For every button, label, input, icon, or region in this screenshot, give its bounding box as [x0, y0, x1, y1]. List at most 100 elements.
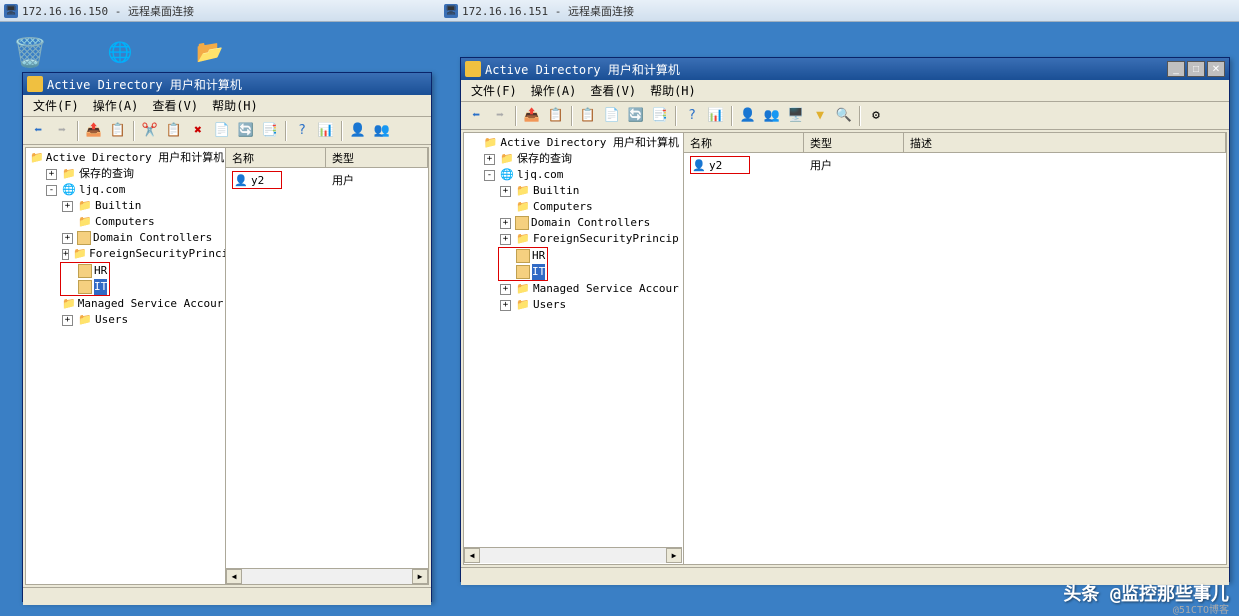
menu-help[interactable]: 帮助(H): [644, 80, 702, 101]
group-icon[interactable]: 👥: [371, 120, 393, 142]
tree-saved-queries[interactable]: +保存的查询: [482, 151, 681, 167]
menu-view[interactable]: 查看(V): [146, 95, 204, 116]
back-icon[interactable]: ⬅: [465, 105, 487, 127]
tree-domain-controllers[interactable]: +Domain Controllers: [60, 230, 223, 246]
desktop-right[interactable]: Active Directory 用户和计算机 _ □ ✕ 文件(F) 操作(A…: [440, 22, 1239, 616]
filter-icon[interactable]: ▼: [809, 105, 831, 127]
expand-icon[interactable]: +: [62, 201, 73, 212]
expand-icon[interactable]: +: [500, 218, 511, 229]
menu-action[interactable]: 操作(A): [87, 95, 145, 116]
export-icon[interactable]: 📑: [259, 120, 281, 142]
computer-icon[interactable]: 🖥️: [785, 105, 807, 127]
tree-users[interactable]: +Users: [498, 297, 681, 313]
menu-file[interactable]: 文件(F): [27, 95, 85, 116]
up-icon[interactable]: 📤: [521, 105, 543, 127]
list-body[interactable]: 👤 y2 用户: [684, 153, 1226, 564]
list-item-user[interactable]: 👤 y2 用户: [228, 170, 426, 190]
tree-msa[interactable]: +Managed Service Accour: [498, 281, 681, 297]
ad-titlebar[interactable]: Active Directory 用户和计算机 _ □ ✕: [461, 58, 1229, 80]
network-icon[interactable]: 🌐: [100, 32, 140, 72]
scrollbar-horizontal[interactable]: ◀ ▶: [464, 547, 682, 563]
col-name[interactable]: 名称: [226, 148, 326, 167]
expand-icon[interactable]: +: [500, 234, 511, 245]
refresh-icon[interactable]: 🔄: [235, 120, 257, 142]
tree-msa[interactable]: Managed Service Accour: [60, 296, 223, 312]
copy-icon[interactable]: 📋: [577, 105, 599, 127]
expand-icon[interactable]: +: [46, 169, 57, 180]
collapse-icon[interactable]: -: [484, 170, 495, 181]
menu-file[interactable]: 文件(F): [465, 80, 523, 101]
scroll-right-icon[interactable]: ▶: [412, 569, 428, 584]
tree-saved-queries[interactable]: +保存的查询: [44, 166, 223, 182]
forward-icon[interactable]: ➡: [51, 120, 73, 142]
close-button[interactable]: ✕: [1207, 61, 1225, 77]
folder-icon[interactable]: 📂: [190, 32, 230, 72]
tree-it[interactable]: IT: [61, 279, 109, 295]
export-icon[interactable]: 📑: [649, 105, 671, 127]
tree-domain-controllers[interactable]: +Domain Controllers: [498, 215, 681, 231]
rdp-titlebar[interactable]: 172.16.16.151 - 远程桌面连接: [440, 0, 1239, 22]
tree-fsp[interactable]: +ForeignSecurityPrincip: [60, 246, 223, 262]
expand-icon[interactable]: +: [62, 315, 73, 326]
list-item-user[interactable]: 👤 y2 用户: [686, 155, 1224, 175]
up-icon[interactable]: 📤: [83, 120, 105, 142]
tree-root[interactable]: Active Directory 用户和计算机: [28, 150, 223, 166]
folder-tree-icon[interactable]: 📋: [107, 120, 129, 142]
desktop-left[interactable]: 🗑️ 🌐 📂 Active Directory 用户和计算机 文件(F) 操作(…: [0, 22, 440, 616]
folder-tree-icon[interactable]: 📋: [545, 105, 567, 127]
expand-icon[interactable]: +: [500, 300, 511, 311]
list-body[interactable]: 👤 y2 用户: [226, 168, 428, 568]
tree-fsp[interactable]: +ForeignSecurityPrincip: [498, 231, 681, 247]
scroll-track[interactable]: [480, 548, 666, 563]
col-name[interactable]: 名称: [684, 133, 804, 152]
user-icon[interactable]: 👤: [347, 120, 369, 142]
cut-icon[interactable]: ✂️: [139, 120, 161, 142]
menu-help[interactable]: 帮助(H): [206, 95, 264, 116]
tree-hr[interactable]: HR: [499, 248, 547, 264]
tree-panel[interactable]: Active Directory 用户和计算机 +保存的查询 -ljq.com …: [464, 133, 684, 564]
help-icon[interactable]: ?: [681, 105, 703, 127]
scroll-track[interactable]: [242, 569, 412, 584]
expand-icon[interactable]: +: [484, 154, 495, 165]
back-icon[interactable]: ⬅: [27, 120, 49, 142]
tree-computers[interactable]: Computers: [60, 214, 223, 230]
scrollbar-horizontal[interactable]: ◀ ▶: [226, 568, 428, 584]
more-icon[interactable]: ⚙: [865, 105, 887, 127]
rdp-titlebar[interactable]: 172.16.16.150 - 远程桌面连接: [0, 0, 440, 22]
tree-root[interactable]: Active Directory 用户和计算机: [466, 135, 681, 151]
maximize-button[interactable]: □: [1187, 61, 1205, 77]
col-type[interactable]: 类型: [326, 148, 428, 167]
tree-hr[interactable]: HR: [61, 263, 109, 279]
properties-icon[interactable]: 📄: [601, 105, 623, 127]
expand-icon[interactable]: +: [500, 284, 511, 295]
menu-action[interactable]: 操作(A): [525, 80, 583, 101]
tree-domain[interactable]: -ljq.com: [44, 182, 223, 198]
scroll-right-icon[interactable]: ▶: [666, 548, 682, 563]
refresh-icon[interactable]: 🔄: [625, 105, 647, 127]
find-icon[interactable]: 🔍: [833, 105, 855, 127]
forward-icon[interactable]: ➡: [489, 105, 511, 127]
tree-it[interactable]: IT: [499, 264, 547, 280]
scroll-left-icon[interactable]: ◀: [226, 569, 242, 584]
tree-builtin[interactable]: +Builtin: [60, 198, 223, 214]
tree-domain[interactable]: -ljq.com: [482, 167, 681, 183]
expand-icon[interactable]: +: [62, 233, 73, 244]
scroll-left-icon[interactable]: ◀: [464, 548, 480, 563]
expand-icon[interactable]: +: [500, 186, 511, 197]
delete-icon[interactable]: ✖: [187, 120, 209, 142]
collapse-icon[interactable]: -: [46, 185, 57, 196]
tree-builtin[interactable]: +Builtin: [498, 183, 681, 199]
menu-view[interactable]: 查看(V): [584, 80, 642, 101]
expand-icon[interactable]: +: [62, 249, 69, 260]
recycle-bin-icon[interactable]: 🗑️: [10, 32, 50, 72]
tree-users[interactable]: +Users: [60, 312, 223, 328]
user-icon[interactable]: 👤: [737, 105, 759, 127]
help-icon[interactable]: ?: [291, 120, 313, 142]
col-type[interactable]: 类型: [804, 133, 904, 152]
list-icon[interactable]: 📊: [705, 105, 727, 127]
tree-panel[interactable]: Active Directory 用户和计算机 +保存的查询 -ljq.com …: [26, 148, 226, 584]
list-icon[interactable]: 📊: [315, 120, 337, 142]
properties-icon[interactable]: 📄: [211, 120, 233, 142]
group-icon[interactable]: 👥: [761, 105, 783, 127]
ad-titlebar[interactable]: Active Directory 用户和计算机: [23, 73, 431, 95]
